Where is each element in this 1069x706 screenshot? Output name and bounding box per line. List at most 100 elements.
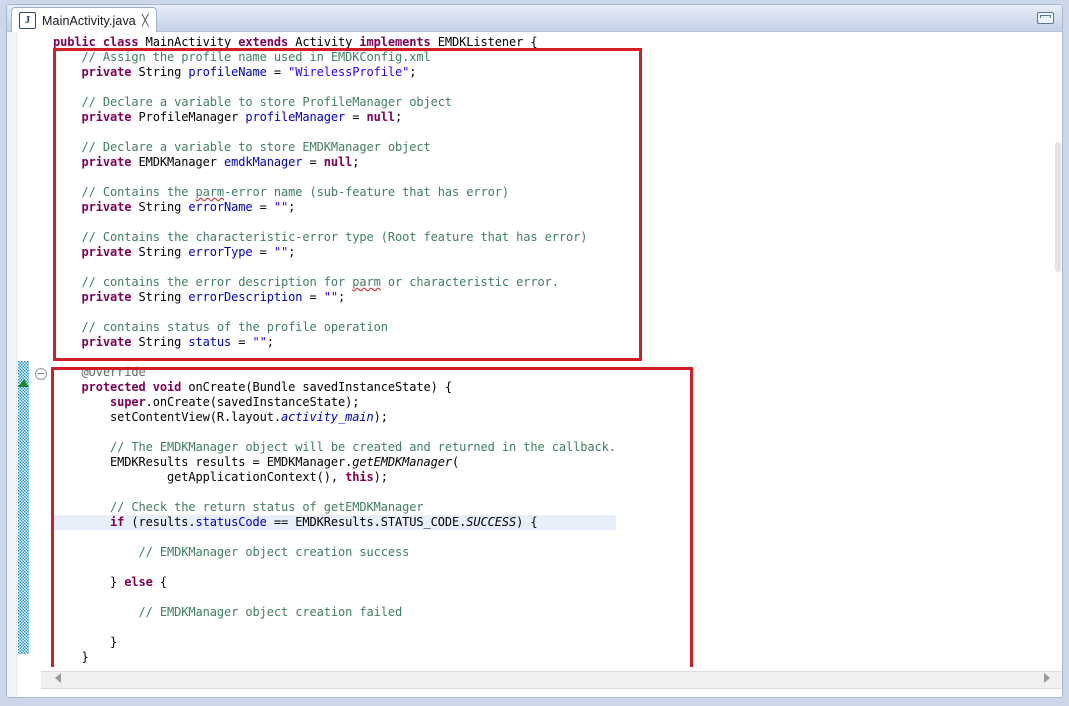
horizontal-scrollbar[interactable] <box>41 667 1062 697</box>
code-token: setContentView(R.layout. <box>53 410 281 424</box>
code-token: void <box>153 380 189 394</box>
code-token: .onCreate(savedInstanceState); <box>146 395 360 409</box>
scroll-left-arrow-icon[interactable] <box>55 673 61 683</box>
code-line <box>53 260 616 275</box>
code-token: = <box>302 155 323 169</box>
code-token: // Declare a variable to store EMDKManag… <box>53 140 431 154</box>
code-token: parm <box>352 275 381 289</box>
code-line: // Check the return status of getEMDKMan… <box>53 500 616 515</box>
code-token: super <box>110 395 146 409</box>
code-token: errorName <box>188 200 252 214</box>
vertical-scrollbar[interactable] <box>1054 32 1062 668</box>
code-line <box>53 215 616 230</box>
code-token: EMDKManager <box>139 155 225 169</box>
code-line: // Assign the profile name used in EMDKC… <box>53 50 616 65</box>
code-token: ; <box>288 200 295 214</box>
code-token: profileName <box>188 65 266 79</box>
code-line: } <box>53 635 616 650</box>
restore-window-button[interactable] <box>1037 12 1054 24</box>
tab-label: MainActivity.java <box>42 14 136 28</box>
code-token: private <box>82 335 139 349</box>
code-token <box>53 245 82 259</box>
code-token: // Contains the characteristic-error typ… <box>53 230 587 244</box>
code-line <box>53 590 616 605</box>
code-line: // Contains the parm-error name (sub-fea… <box>53 185 616 200</box>
code-line: super.onCreate(savedInstanceState); <box>53 395 616 410</box>
code-token <box>53 155 82 169</box>
tab-mainactivity-java[interactable]: J MainActivity.java ╳ <box>11 7 157 33</box>
code-line: private String errorType = ""; <box>53 245 616 260</box>
code-token: ProfileManager <box>139 110 246 124</box>
code-line: private String errorDescription = ""; <box>53 290 616 305</box>
code-line: private String profileName = "WirelessPr… <box>53 65 616 80</box>
code-token: = <box>231 335 252 349</box>
code-line: } else { <box>53 575 616 590</box>
code-line: // contains the error description for pa… <box>53 275 616 290</box>
code-token: -error name (sub-feature that has error) <box>224 185 509 199</box>
code-editor-surface[interactable]: public class MainActivity extends Activi… <box>53 32 1054 668</box>
code-line <box>53 485 616 500</box>
editor-marker-column <box>7 32 17 697</box>
code-token: String <box>139 335 189 349</box>
code-token: // EMDKManager object creation failed <box>53 605 402 619</box>
code-line: setContentView(R.layout.activity_main); <box>53 410 616 425</box>
code-token: // EMDKManager object creation success <box>53 545 409 559</box>
code-token: MainActivity <box>146 35 239 49</box>
code-token: // contains the error description for <box>53 275 352 289</box>
code-token: String <box>139 245 189 259</box>
code-token <box>53 515 110 529</box>
code-token: // Check the return status of getEMDKMan… <box>53 500 423 514</box>
change-marker-bar <box>18 361 29 654</box>
source-code: public class MainActivity extends Activi… <box>53 35 616 665</box>
code-token: ); <box>374 410 388 424</box>
code-token: private <box>82 110 139 124</box>
code-token: "" <box>253 335 267 349</box>
code-line: // The EMDKManager object will be create… <box>53 440 616 455</box>
code-token <box>53 110 82 124</box>
code-token <box>53 335 82 349</box>
code-token: ); <box>374 470 388 484</box>
code-token: SUCCESS <box>466 515 516 529</box>
code-token: errorDescription <box>188 290 302 304</box>
code-token: = <box>267 65 288 79</box>
code-line: private ProfileManager profileManager = … <box>53 110 616 125</box>
code-token: private <box>82 155 139 169</box>
code-token: @Override <box>53 365 146 379</box>
code-token: onCreate(Bundle savedInstanceState) { <box>188 380 452 394</box>
code-token: = <box>302 290 323 304</box>
scroll-right-arrow-icon[interactable] <box>1044 673 1050 683</box>
vertical-scrollbar-thumb[interactable] <box>1055 142 1061 272</box>
code-token: // contains status of the profile operat… <box>53 320 388 334</box>
code-line <box>53 425 616 440</box>
code-token: // Declare a variable to store ProfileMa… <box>53 95 452 109</box>
code-line: @Override <box>53 365 616 380</box>
code-token: ; <box>338 290 345 304</box>
code-line: // EMDKManager object creation success <box>53 545 616 560</box>
code-token: String <box>139 290 189 304</box>
code-line: if (results.statusCode == EMDKResults.ST… <box>53 515 616 530</box>
code-line: protected void onCreate(Bundle savedInst… <box>53 380 616 395</box>
code-token: = <box>253 200 274 214</box>
code-token: } <box>53 650 89 664</box>
collapse-fold-toggle[interactable] <box>35 368 47 380</box>
code-line: private EMDKManager emdkManager = null; <box>53 155 616 170</box>
code-token: extends <box>238 35 295 49</box>
code-token <box>53 200 82 214</box>
folding-gutter <box>31 32 53 697</box>
code-token: class <box>103 35 146 49</box>
code-line <box>53 350 616 365</box>
code-token: private <box>82 65 139 79</box>
code-token: (results. <box>131 515 195 529</box>
code-token: activity_main <box>281 410 374 424</box>
code-token: } <box>53 635 117 649</box>
code-line <box>53 305 616 320</box>
code-token: private <box>82 200 139 214</box>
code-token <box>53 290 82 304</box>
code-token: = <box>253 245 274 259</box>
close-icon[interactable]: ╳ <box>142 15 149 26</box>
code-line <box>53 80 616 95</box>
code-line: private String errorName = ""; <box>53 200 616 215</box>
code-line: // Declare a variable to store ProfileMa… <box>53 95 616 110</box>
horizontal-scrollbar-track[interactable] <box>41 671 1062 689</box>
code-token: // Contains the <box>53 185 196 199</box>
